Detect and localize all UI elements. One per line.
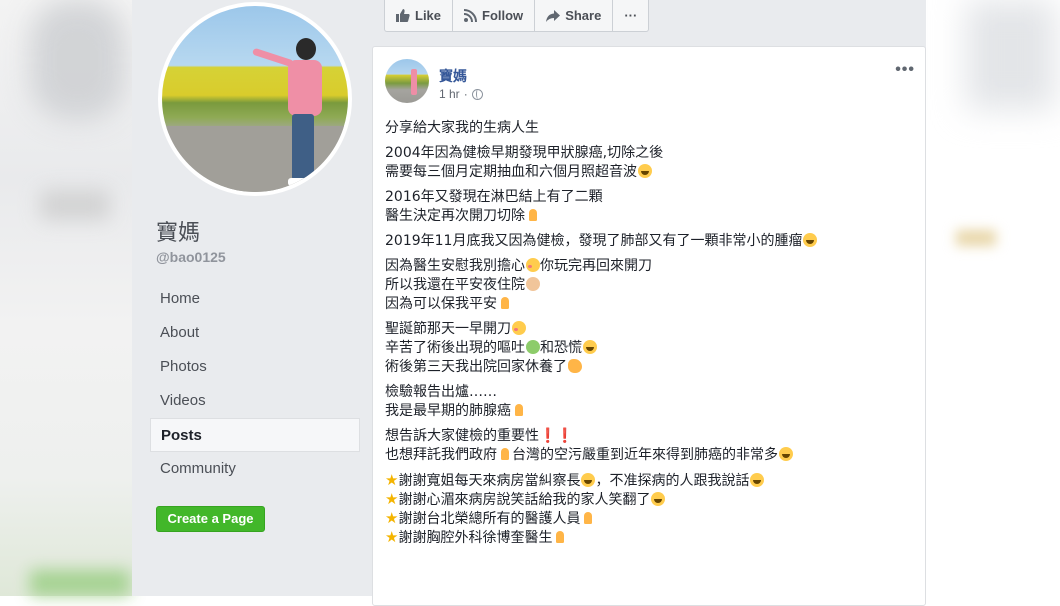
wink-emoji-icon (512, 321, 526, 335)
page-sidebar: 寶媽 @bao0125 Home About Photos Videos Pos… (132, 0, 372, 596)
more-dots-icon: ··· (624, 8, 638, 23)
post-line: 分享給大家我的生病人生 (385, 120, 539, 136)
grin-emoji-icon (638, 164, 652, 178)
nav-posts[interactable]: Posts (150, 418, 360, 452)
post-line: 醫生決定再次開刀切除 (385, 208, 525, 224)
share-arrow-icon (546, 9, 561, 22)
like-label: Like (415, 8, 442, 23)
star-icon: ★ (385, 471, 399, 489)
post-line: 謝謝寬姐每天來病房當糾察長 (398, 473, 581, 489)
post-line: 和恐慌 (540, 340, 582, 356)
muscle-emoji-icon (568, 359, 582, 373)
nav-community[interactable]: Community (150, 452, 360, 486)
exclamation-icon: ❗❗ (539, 428, 574, 444)
star-icon: ★ (385, 528, 399, 546)
santa-emoji-icon (526, 277, 540, 291)
post-line: 因為可以保我平安 (385, 296, 497, 312)
page-nav: Home About Photos Videos Posts Community (150, 282, 360, 486)
post-line: 想告訴大家健檢的重要性 (385, 428, 539, 444)
post-line: 也想拜託我們政府 (385, 447, 497, 463)
create-page-button[interactable]: Create a Page (156, 506, 265, 532)
post-line: 術後第三天我出院回家休養了 (385, 359, 567, 375)
follow-label: Follow (482, 8, 524, 23)
post-author[interactable]: 寶媽 (439, 66, 467, 86)
profile-picture[interactable] (158, 2, 352, 196)
nav-videos[interactable]: Videos (150, 384, 360, 418)
post-card: 寶媽 1 hr · ••• 分享給大家我的生病人生 2004年因為健檢早期發現甲… (372, 46, 926, 606)
post-line: 謝謝胸腔外科徐博奎醫生 (398, 530, 553, 546)
more-actions-button[interactable]: ··· (613, 0, 648, 31)
post-line: 謝謝心湄來病房說笑話給我的家人笑翻了 (398, 492, 651, 508)
grin-emoji-icon (651, 492, 666, 506)
post-line: 需要每三個月定期抽血和六個月照超音波 (385, 164, 637, 180)
page-action-bar: Like Follow Share ··· (384, 0, 650, 32)
folded-hands-icon (553, 530, 567, 544)
folded-hands-icon (512, 403, 526, 417)
nav-about[interactable]: About (150, 316, 360, 350)
post-line: 謝謝台北榮總所有的醫護人員 (398, 511, 581, 527)
post-line: 2004年因為健檢早期發現甲狀腺癌,切除之後 (385, 145, 664, 161)
follow-button[interactable]: Follow (453, 0, 536, 31)
star-icon: ★ (385, 509, 399, 527)
post-options-button[interactable]: ••• (895, 61, 915, 79)
author-avatar[interactable] (385, 59, 429, 103)
folded-hands-icon (581, 511, 595, 525)
post-line: 台灣的空污嚴重到近年來得到肺癌的非常多 (512, 447, 778, 463)
page-name: 寶媽 (156, 221, 201, 246)
laughing-emoji-icon (803, 233, 818, 247)
blurred-background-left (0, 0, 132, 596)
post-time[interactable]: 1 hr (439, 87, 460, 101)
star-icon: ★ (385, 490, 399, 508)
nauseated-emoji-icon (526, 340, 540, 354)
post-line: 我是最早期的肺腺癌 (385, 403, 511, 419)
grin-emoji-icon (750, 473, 765, 487)
post-line: 所以我還在平安夜住院 (385, 277, 525, 293)
post-line: ，不准探病的人跟我說話 (595, 473, 750, 489)
like-button[interactable]: Like (385, 0, 454, 31)
post-line: 聖誕節那天一早開刀 (385, 321, 511, 337)
kiss-emoji-icon (526, 258, 540, 272)
post-line: 檢驗報告出爐…… (385, 384, 497, 400)
main-feed: Like Follow Share ··· 寶媽 1 hr · ••• 分享給大… (372, 0, 926, 606)
page-handle[interactable]: @bao0125 (156, 249, 226, 265)
share-label: Share (565, 8, 602, 23)
laughing-emoji-icon (581, 473, 596, 487)
laughing-emoji-icon (583, 340, 597, 354)
rss-follow-icon (464, 9, 478, 22)
post-line: 2019年11月底我又因為健檢，發現了肺部又有了一顆非常小的腫瘤 (385, 233, 803, 249)
post-meta: 1 hr · (439, 87, 483, 101)
nav-home[interactable]: Home (150, 282, 360, 316)
nav-photos[interactable]: Photos (150, 350, 360, 384)
globe-icon (471, 88, 483, 100)
post-line: 你玩完再回來開刀 (540, 258, 652, 274)
share-button[interactable]: Share (535, 0, 614, 31)
post-body: 分享給大家我的生病人生 2004年因為健檢早期發現甲狀腺癌,切除之後 需要每三個… (385, 119, 915, 553)
folded-hands-icon (526, 208, 540, 222)
post-line: 2016年又發現在淋巴結上有了二顆 (385, 189, 603, 205)
post-line: 因為醫生安慰我別擔心 (385, 258, 525, 274)
folded-hands-icon (498, 296, 512, 310)
blurred-background-right (926, 0, 1060, 596)
folded-hands-icon (498, 447, 512, 461)
thumbs-up-icon (396, 9, 410, 22)
sweat-smile-emoji-icon (779, 447, 793, 461)
post-line: 辛苦了術後出現的嘔吐 (385, 340, 525, 356)
